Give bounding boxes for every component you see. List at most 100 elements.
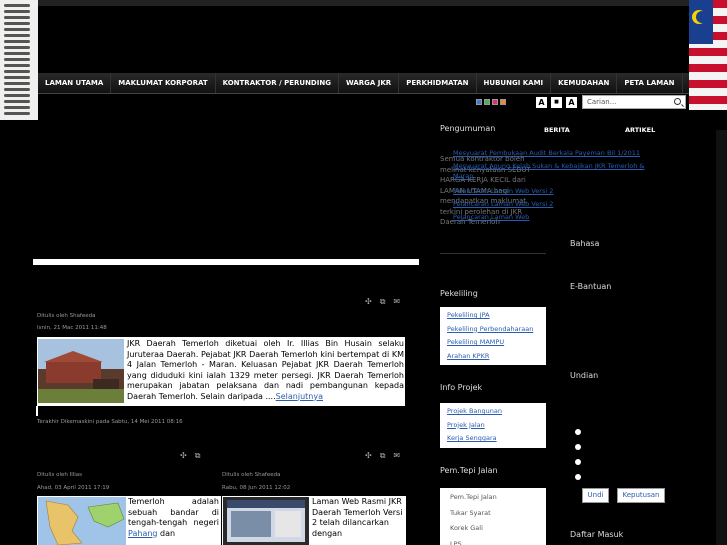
- pdf-icon[interactable]: ✣: [365, 451, 372, 461]
- font-small-button[interactable]: A: [536, 96, 547, 108]
- bahasa-heading: Bahasa: [570, 239, 600, 248]
- article2-actions: ✣ ⧉: [180, 451, 200, 461]
- nav-perkhidmatan[interactable]: PERKHIDMATAN: [399, 73, 477, 93]
- korek-gali-item[interactable]: Korek Gali: [440, 521, 546, 537]
- projek-jalan-link[interactable]: Projek Jalan: [440, 419, 546, 433]
- article1-updated: Terakhir Dikemaskini pada Sabtu, 14 Mei …: [37, 419, 183, 425]
- spiral-ring: [4, 88, 30, 91]
- poll-option-3-radio[interactable]: [575, 459, 581, 465]
- spiral-ring: [4, 4, 30, 7]
- news-link-5[interactable]: Pelancaran Laman Web: [453, 213, 529, 221]
- results-button[interactable]: Keputusan: [617, 488, 665, 503]
- tukar-syarat-item[interactable]: Tukar Syarat: [440, 506, 546, 522]
- news-link-2[interactable]: Mesyuarat Agung Kelab Sukan & Kebajikan …: [453, 161, 658, 181]
- divider: [440, 253, 546, 254]
- nav-kontraktor-perunding[interactable]: KONTRAKTOR / PERUNDING: [216, 73, 339, 93]
- pem-tepi-jalan-item[interactable]: Pem.Tepi Jalan: [440, 490, 546, 506]
- font-reset-button[interactable]: ■: [551, 96, 562, 108]
- header-banner: [38, 0, 689, 70]
- malaysia-map-image: [38, 497, 126, 545]
- pekeliling-heading: Pekeliling: [440, 289, 478, 298]
- spiral-binding-decoration: [0, 0, 38, 120]
- font-large-button[interactable]: A: [566, 96, 577, 108]
- nav-hubungi-kami[interactable]: HUBUNGI KAMI: [477, 73, 552, 93]
- news-link-3[interactable]: Pelancaran Laman Web Versi 2: [453, 187, 553, 195]
- theme-green-button[interactable]: [484, 99, 490, 105]
- pekeliling-perbendaharaan-link[interactable]: Pekeliling Perbendaharaan: [440, 323, 546, 337]
- spiral-ring: [4, 82, 30, 85]
- nav-laman-utama[interactable]: LAMAN UTAMA: [38, 73, 112, 93]
- email-icon[interactable]: ✉: [393, 451, 400, 461]
- search-icon[interactable]: [674, 98, 681, 105]
- print-icon[interactable]: ⧉: [380, 297, 386, 307]
- article3-author: Ditulis oleh Shafeeda: [222, 472, 281, 478]
- kerja-senggara-link[interactable]: Kerja Senggara: [440, 432, 546, 446]
- poll-option-1-radio[interactable]: [575, 429, 581, 435]
- article2-author: Ditulis oleh Illias: [37, 472, 83, 478]
- poll-option-2-radio[interactable]: [575, 444, 581, 450]
- article1-body: JKR Daerah Temerloh diketuai oleh Ir. Il…: [127, 339, 404, 402]
- spiral-ring: [4, 76, 30, 79]
- spiral-ring: [4, 64, 30, 67]
- spiral-ring: [4, 100, 30, 103]
- article1-readmore-link[interactable]: Selanjutnya: [276, 392, 323, 401]
- pdf-icon[interactable]: ✣: [180, 451, 187, 461]
- nav-peta-laman[interactable]: PETA LAMAN: [617, 73, 683, 93]
- ebantuan-heading: E-Bantuan: [570, 282, 612, 291]
- pekeliling-jpa-link[interactable]: Pekeliling JPA: [440, 309, 546, 323]
- search-placeholder: Carian...: [587, 98, 617, 106]
- article1-author: Ditulis oleh Shafeeda: [37, 313, 96, 319]
- article2-body: Temerloh adalah sebuah bandar di tengah-…: [128, 497, 219, 539]
- undian-heading: Undian: [570, 371, 599, 380]
- nav-kemudahan[interactable]: KEMUDAHAN: [551, 73, 618, 93]
- email-icon[interactable]: ✉: [393, 297, 400, 307]
- pekeliling-list: Pekeliling JPA Pekeliling Perbendaharaan…: [440, 307, 546, 365]
- lps-item[interactable]: LPS: [440, 537, 546, 545]
- info-projek-heading: Info Projek: [440, 383, 483, 392]
- text-cursor: [36, 406, 38, 416]
- article1-text: JKR Daerah Temerloh diketuai oleh Ir. Il…: [127, 339, 404, 401]
- tab-artikel[interactable]: ARTIKEL: [625, 126, 655, 134]
- search-input[interactable]: Carian...: [582, 95, 686, 109]
- tab-berita[interactable]: BERITA: [544, 126, 570, 134]
- print-icon[interactable]: ⧉: [380, 451, 386, 461]
- theme-pink-button[interactable]: [492, 99, 498, 105]
- pem-tepi-jalan-list: Pem.Tepi Jalan Tukar Syarat Korek Gali L…: [440, 488, 546, 545]
- vote-button[interactable]: Undi: [582, 488, 609, 503]
- pengumuman-heading: Pengumuman: [440, 124, 496, 133]
- malaysia-flag-image: [689, 0, 727, 110]
- display-toolbar: A ■ A: [476, 95, 577, 109]
- theme-blue-button[interactable]: [476, 99, 482, 105]
- news-link-1[interactable]: Mesyuarat Pembukaan Audit Berkala Payema…: [453, 149, 640, 157]
- spiral-ring: [4, 40, 30, 43]
- theme-orange-button[interactable]: [500, 99, 506, 105]
- nav-maklumat-korporat[interactable]: MAKLUMAT KORPORAT: [111, 73, 216, 93]
- website-screenshot-image: [223, 497, 309, 545]
- article1-actions: ✣ ⧉ ✉: [365, 297, 400, 307]
- article2-text-end: dan: [160, 528, 176, 538]
- login-heading: Daftar Masuk: [570, 530, 624, 539]
- spiral-ring: [4, 28, 30, 31]
- poll-option-4-radio[interactable]: [575, 474, 581, 480]
- article3-body: Laman Web Rasmi JKR Daerah Temerloh Vers…: [312, 497, 403, 538]
- article3-date: Rabu, 08 Jun 2011 12:02: [222, 485, 291, 491]
- pahang-link[interactable]: Pahang: [128, 529, 158, 538]
- spiral-ring: [4, 10, 30, 13]
- pekeliling-mampu-link[interactable]: Pekeliling MAMPU: [440, 336, 546, 350]
- news-link-4[interactable]: Pelancaran Laman Web Versi 2: [453, 200, 553, 208]
- pdf-icon[interactable]: ✣: [365, 297, 372, 307]
- spiral-ring: [4, 106, 30, 109]
- projek-bangunan-link[interactable]: Projek Bangunan: [440, 405, 546, 419]
- info-projek-list: Projek Bangunan Projek Jalan Kerja Sengg…: [440, 403, 546, 448]
- print-icon[interactable]: ⧉: [195, 451, 201, 461]
- page-scrollbar[interactable]: [716, 130, 727, 545]
- article2-text: Temerloh adalah sebuah bandar di tengah-…: [128, 497, 219, 527]
- nav-warga-jkr[interactable]: WARGA JKR: [339, 73, 400, 93]
- spiral-ring: [4, 34, 30, 37]
- theme-switcher: [476, 99, 506, 105]
- spiral-ring: [4, 112, 30, 115]
- spiral-ring: [4, 52, 30, 55]
- article2-date: Ahad, 03 April 2011 17:19: [37, 485, 110, 491]
- arahan-kpkr-link[interactable]: Arahan KPKR: [440, 350, 546, 364]
- office-building-photo: [38, 339, 124, 403]
